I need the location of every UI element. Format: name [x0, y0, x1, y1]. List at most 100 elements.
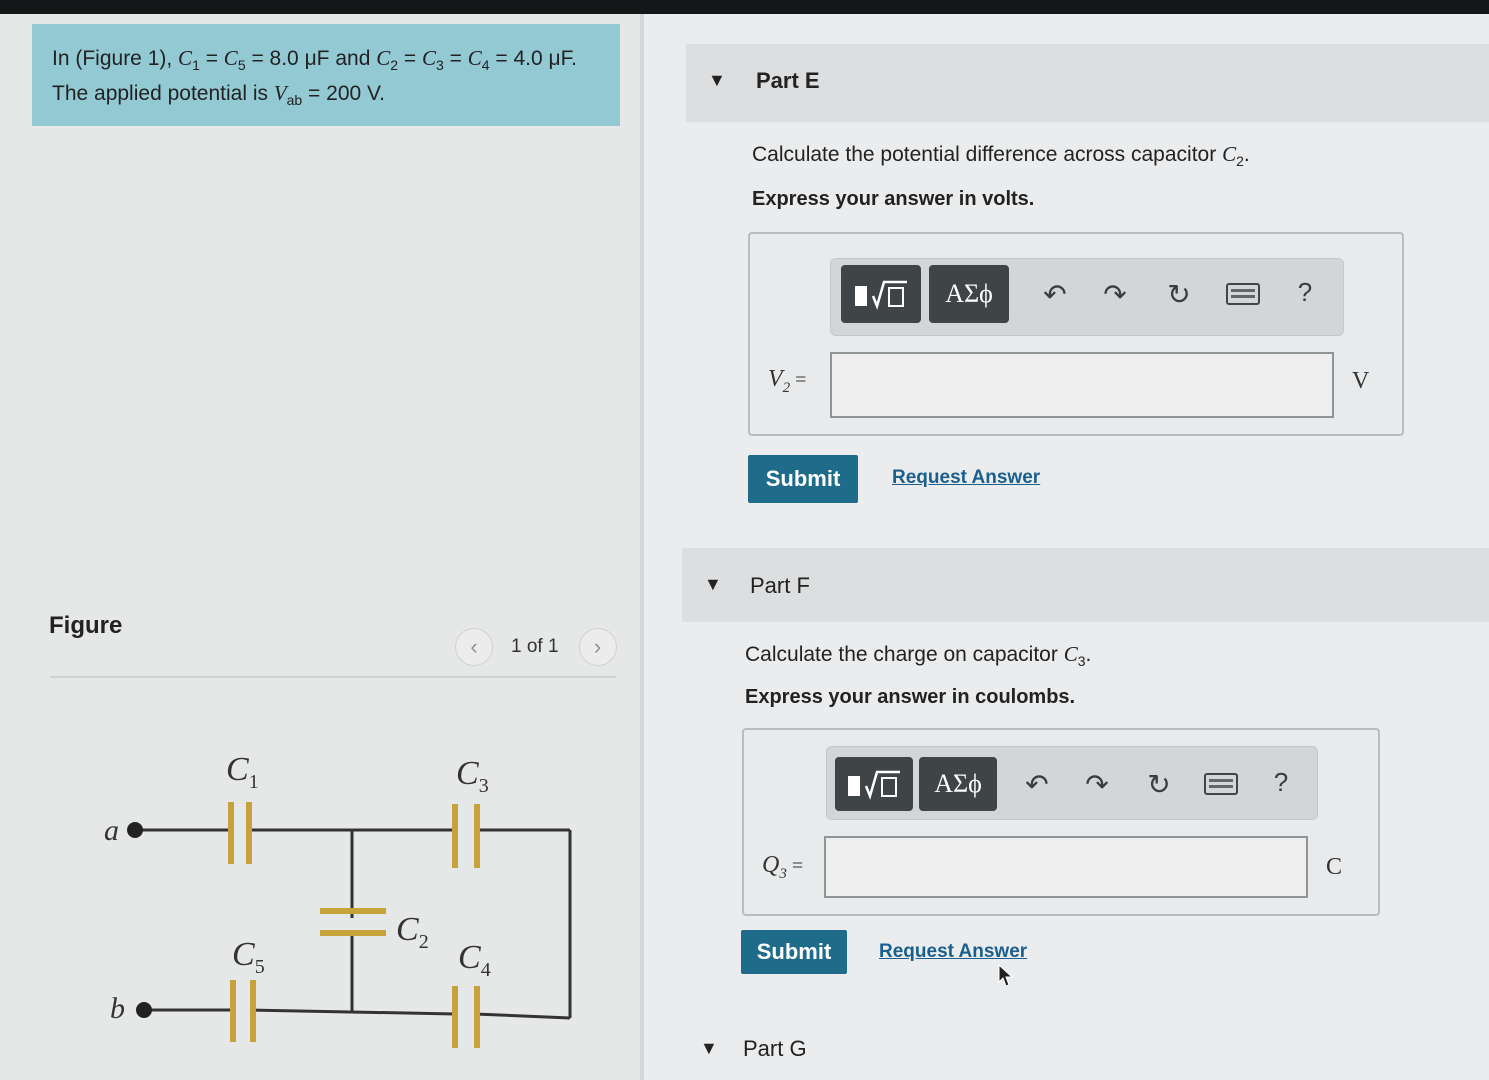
- question-text: Calculate the potential difference acros…: [752, 143, 1223, 166]
- undo-icon[interactable]: ↶: [1017, 759, 1057, 809]
- part-e-request-answer-link[interactable]: Request Answer: [892, 467, 1040, 489]
- intro-c2-sub: 2: [390, 57, 399, 74]
- intro-c1-sub: 1: [192, 57, 200, 74]
- question-text: Calculate the charge on capacitor: [745, 643, 1064, 666]
- circuit-diagram: a b C1 C3 C2 C5 C4: [104, 751, 572, 1048]
- part-e-instruction: Express your answer in volts.: [752, 188, 1035, 210]
- templates-button[interactable]: [835, 757, 913, 811]
- question-sub: 3: [1077, 653, 1086, 670]
- part-f-header[interactable]: ▼ Part F: [682, 548, 1489, 622]
- c1-plate: [246, 802, 252, 864]
- prev-figure-button[interactable]: ‹: [455, 628, 493, 666]
- part-e-answer-box: ΑΣϕ ↶ ↷ ↻ ? V2 = V: [748, 232, 1404, 436]
- c2-plate: [320, 930, 386, 936]
- intro-eq: =: [443, 47, 468, 70]
- part-e-title: Part E: [756, 68, 820, 93]
- c4-label: C4: [458, 939, 491, 981]
- right-panel: [644, 14, 1489, 1080]
- figure-divider: [50, 676, 616, 678]
- intro-text: = 200 V.: [302, 82, 385, 106]
- intro-text: = 8.0 μF and: [245, 47, 377, 70]
- collapse-triangle-icon: ▼: [700, 1038, 718, 1058]
- problem-intro: In (Figure 1), C1 = C5 = 8.0 μF and C2 =…: [32, 24, 620, 126]
- part-e-answer-input[interactable]: [830, 352, 1334, 418]
- c2-plate: [320, 908, 386, 914]
- node-b-label: b: [110, 992, 125, 1025]
- part-f-input-label: Q3 =: [762, 852, 804, 882]
- part-e-math-toolbar: ΑΣϕ ↶ ↷ ↻ ?: [830, 258, 1344, 336]
- c1-label: C1: [226, 751, 259, 793]
- c2-label: C2: [396, 911, 429, 953]
- intro-v: V: [273, 81, 287, 106]
- part-g-header[interactable]: ▼ Part G: [682, 1018, 1489, 1080]
- intro-c5-sub: 5: [237, 57, 246, 74]
- c3-plate: [474, 804, 480, 868]
- intro-c4: C: [467, 46, 482, 70]
- c1-plate: [228, 802, 234, 864]
- part-e-submit-button[interactable]: Submit: [748, 455, 858, 503]
- mouse-cursor-icon: [998, 964, 1014, 987]
- intro-text: In (Figure 1),: [52, 47, 179, 70]
- intro-c3: C: [421, 46, 436, 70]
- intro-c4-sub: 4: [481, 57, 490, 74]
- node-a-label: a: [104, 814, 119, 847]
- question-suffix: .: [1243, 143, 1250, 166]
- c4-plate: [452, 986, 458, 1048]
- intro-v-sub: ab: [286, 92, 303, 109]
- chevron-right-icon: ›: [593, 634, 602, 659]
- reset-icon[interactable]: ↻: [1139, 759, 1179, 809]
- undo-icon[interactable]: ↶: [1035, 269, 1075, 319]
- next-figure-button[interactable]: ›: [578, 628, 617, 666]
- part-f-title: Part F: [750, 573, 810, 598]
- collapse-triangle-icon: ▼: [704, 574, 722, 594]
- keyboard-icon[interactable]: [1221, 269, 1265, 319]
- part-f-question: Calculate the charge on capacitor C3.: [745, 642, 1091, 669]
- keyboard-icon[interactable]: [1199, 759, 1243, 809]
- c5-label: C5: [232, 936, 265, 978]
- help-icon[interactable]: ?: [1261, 757, 1301, 807]
- part-f-instruction: Express your answer in coulombs.: [745, 686, 1076, 708]
- part-g-title: Part G: [743, 1036, 807, 1061]
- reset-icon[interactable]: ↻: [1159, 269, 1199, 319]
- figure-page-indicator: 1 of 1: [511, 636, 559, 657]
- intro-c3-sub: 3: [435, 57, 444, 74]
- intro-c5: C: [223, 46, 238, 70]
- question-var: C: [1222, 142, 1237, 166]
- c5-plate: [250, 980, 256, 1042]
- greek-symbols-button[interactable]: ΑΣϕ: [919, 757, 997, 811]
- top-bar: [0, 0, 1489, 14]
- circuit-wires: [135, 828, 572, 1020]
- figure-pager: ‹ 1 of 1 ›: [455, 627, 617, 667]
- part-f-answer-input[interactable]: [824, 836, 1308, 898]
- c3-label: C3: [456, 755, 489, 797]
- redo-icon[interactable]: ↷: [1077, 759, 1117, 809]
- part-f-unit: C: [1326, 854, 1343, 880]
- question-sub: 2: [1236, 153, 1244, 170]
- intro-eq: =: [199, 47, 224, 70]
- intro-c1: C: [178, 46, 193, 70]
- chevron-left-icon: ‹: [470, 634, 478, 659]
- templates-icon: [848, 770, 900, 800]
- c5-plate: [230, 980, 236, 1042]
- terminal-a: [127, 822, 143, 838]
- intro-c2: C: [376, 46, 391, 70]
- c3-plate: [452, 804, 458, 868]
- templates-icon: [855, 280, 907, 310]
- part-f-math-toolbar: ΑΣϕ ↶ ↷ ↻ ?: [826, 746, 1318, 820]
- terminal-b: [136, 1002, 152, 1018]
- part-e-header[interactable]: ▼ Part E: [686, 44, 1489, 122]
- part-e-question: Calculate the potential difference acros…: [752, 142, 1250, 169]
- question-var: C: [1063, 642, 1078, 666]
- redo-icon[interactable]: ↷: [1095, 269, 1135, 319]
- part-f-answer-box: ΑΣϕ ↶ ↷ ↻ ? Q3 = C: [742, 728, 1380, 916]
- part-f-request-answer-link[interactable]: Request Answer: [879, 941, 1027, 963]
- greek-symbols-button[interactable]: ΑΣϕ: [929, 265, 1009, 323]
- part-e-input-label: V2 =: [768, 366, 807, 396]
- intro-eq: =: [398, 47, 422, 70]
- templates-button[interactable]: [841, 265, 921, 323]
- help-icon[interactable]: ?: [1285, 267, 1325, 317]
- part-e-unit: V: [1352, 368, 1370, 394]
- figure-label: Figure: [49, 612, 123, 639]
- part-f-submit-button[interactable]: Submit: [741, 930, 847, 974]
- collapse-triangle-icon: ▼: [708, 70, 726, 90]
